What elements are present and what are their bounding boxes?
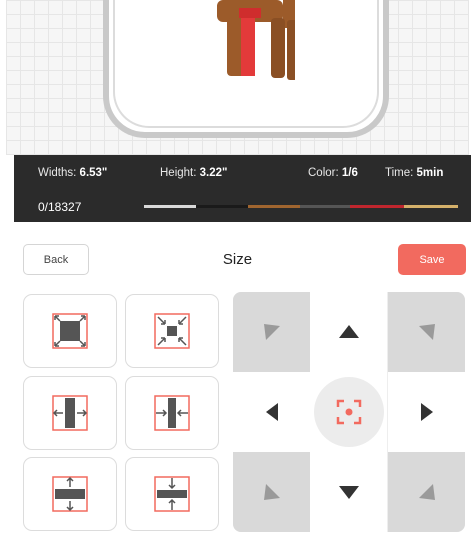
color-segment (248, 205, 300, 208)
color-segment (404, 205, 458, 208)
move-up-left-button[interactable] (233, 292, 310, 372)
color-segment (144, 205, 196, 208)
move-down-left-button[interactable] (233, 452, 310, 532)
color-info: Color: 1/6 (308, 167, 358, 179)
color-segment (196, 205, 248, 208)
fit-to-hoop-button[interactable] (23, 294, 117, 368)
embroidery-design[interactable] (213, 0, 295, 82)
arrow-up-left-icon (263, 324, 280, 340)
design-info-bar: Widths: 6.53" Height: 3.22" Color: 1/6 T… (14, 155, 471, 222)
center-button[interactable] (310, 372, 387, 452)
design-canvas (6, 0, 469, 155)
widen-icon (52, 395, 88, 431)
time-info: Time: 5min (385, 167, 444, 179)
move-up-right-button[interactable] (388, 292, 465, 372)
center-target-icon (336, 399, 361, 425)
arrow-right-icon (420, 403, 433, 421)
size-panel: Back Size Save (6, 230, 469, 536)
move-right-button[interactable] (388, 372, 465, 452)
arrow-left-icon (265, 403, 278, 421)
height-info: Height: 3.22" (160, 167, 228, 179)
arrow-up-right-icon (418, 324, 435, 340)
move-left-button[interactable] (233, 372, 310, 452)
save-button[interactable]: Save (398, 244, 466, 275)
narrow-icon (154, 395, 190, 431)
stitch-progress: 0/18327 (38, 200, 82, 214)
heighten-button[interactable] (23, 457, 117, 531)
color-segment (350, 205, 404, 208)
arrow-down-right-icon (418, 484, 435, 500)
heighten-icon (52, 476, 88, 512)
color-sequence-bar (144, 205, 458, 208)
move-down-button[interactable] (310, 452, 387, 532)
expand-to-hoop-icon (52, 313, 88, 349)
shorten-icon (154, 476, 190, 512)
arrow-up-icon (338, 325, 359, 338)
width-info: Widths: 6.53" (38, 167, 108, 179)
move-up-button[interactable] (310, 292, 387, 372)
move-down-right-button[interactable] (388, 452, 465, 532)
widen-button[interactable] (23, 376, 117, 450)
arrow-down-icon (338, 486, 359, 499)
shrink-icon (154, 313, 190, 349)
arrow-down-left-icon (263, 484, 280, 500)
narrow-button[interactable] (125, 376, 219, 450)
shorten-button[interactable] (125, 457, 219, 531)
position-dpad (233, 292, 465, 532)
shrink-button[interactable] (125, 294, 219, 368)
color-segment (300, 205, 350, 208)
